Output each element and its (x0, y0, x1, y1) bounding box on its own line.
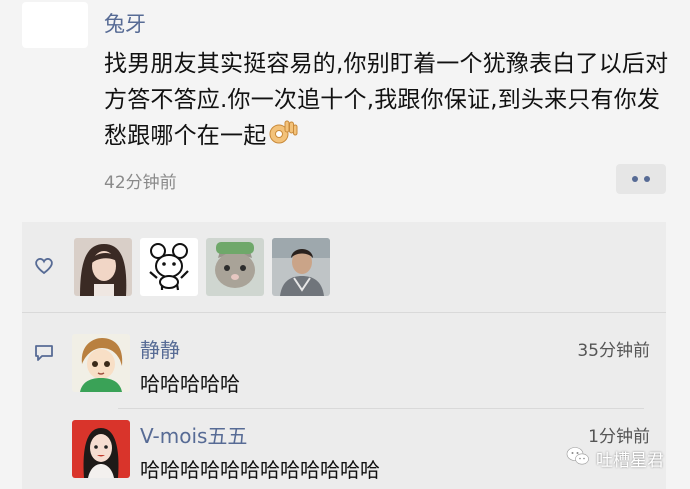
comment-icon (34, 344, 54, 366)
comment-item: 静静 35分钟前 哈哈哈哈哈 (72, 334, 666, 410)
ok-hand-emoji-icon (268, 119, 298, 158)
comment-time: 35分钟前 (577, 341, 650, 361)
comment-text[interactable]: 哈哈哈哈哈 (140, 368, 240, 397)
more-options-button[interactable] (616, 164, 666, 194)
poster-avatar[interactable] (22, 2, 88, 48)
comment-time: 1分钟前 (588, 427, 650, 447)
watermark: 吐槽星君 (566, 446, 664, 471)
commenter-avatar[interactable] (72, 334, 130, 392)
comment-text[interactable]: 哈哈哈哈哈哈哈哈哈哈哈哈 (140, 454, 380, 483)
likes-divider (22, 312, 666, 313)
like-avatar-boy[interactable] (272, 238, 330, 296)
wechat-logo-icon (566, 446, 590, 471)
like-avatar-cat[interactable] (206, 238, 264, 296)
commenter-avatar[interactable] (72, 420, 130, 478)
like-avatar-cartoon[interactable] (140, 238, 198, 296)
likes-row (22, 222, 666, 312)
like-avatar-girl[interactable] (74, 238, 132, 296)
commenter-name[interactable]: 静静 (140, 334, 180, 363)
more-dot-icon (644, 176, 650, 182)
commenter-name[interactable]: V-mois五五 (140, 420, 247, 449)
post-content: 找男朋友其实挺容易的,你别盯着一个犹豫表白了以后对方答不答应.你一次追十个,我跟… (104, 46, 674, 158)
post-time: 42分钟前 (104, 173, 177, 193)
more-dot-icon (632, 176, 638, 182)
post-username[interactable]: 兔牙 (104, 8, 146, 38)
post-text: 找男朋友其实挺容易的,你别盯着一个犹豫表白了以后对方答不答应.你一次追十个,我跟… (104, 51, 669, 149)
comment-divider (118, 408, 644, 409)
watermark-text: 吐槽星君 (596, 451, 664, 471)
heart-icon (34, 257, 54, 279)
